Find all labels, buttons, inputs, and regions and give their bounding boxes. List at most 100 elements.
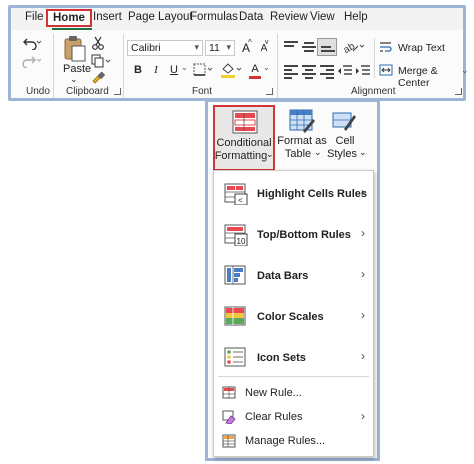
font-launcher-icon[interactable]: [266, 88, 273, 95]
menu-bar: File Home Insert Page Layout Formulas Da…: [11, 8, 463, 30]
group-label-undo: Undo: [26, 86, 50, 97]
data-bars-icon: [224, 265, 246, 285]
chevron-down-icon[interactable]: ▾: [226, 42, 231, 53]
chevron-down-icon: ⌄: [359, 147, 367, 157]
menu-item-label: New Rule...: [245, 387, 302, 399]
undo-icon[interactable]: [22, 36, 42, 50]
tab-file[interactable]: File: [25, 11, 44, 23]
wrap-text-icon[interactable]: [379, 41, 393, 53]
font-name-combo[interactable]: Calibri ▾: [127, 40, 203, 56]
chevron-right-icon: ›: [361, 349, 365, 363]
tab-view[interactable]: View: [310, 11, 335, 23]
tab-home[interactable]: Home: [46, 9, 92, 27]
redo-icon[interactable]: [22, 54, 42, 68]
active-tab-indicator: [52, 28, 92, 30]
cell-styles-icon: [332, 112, 356, 131]
menu-item-label: Top/Bottom Rules: [257, 229, 351, 241]
alignment-launcher-icon[interactable]: [455, 88, 462, 95]
chevron-right-icon: ›: [361, 308, 365, 322]
menu-item-clear-rules[interactable]: Clear Rules ›: [214, 407, 373, 427]
chevron-right-icon: ›: [361, 409, 365, 423]
align-left-icon[interactable]: [284, 65, 298, 79]
top-align-icon[interactable]: [284, 41, 298, 53]
svg-text:ab: ab: [342, 41, 358, 55]
format-as-table-icon: [289, 109, 315, 133]
group-separator: [53, 34, 54, 98]
chevron-right-icon: ›: [361, 226, 365, 240]
clipboard-launcher-icon[interactable]: [114, 88, 121, 95]
conditional-formatting-menu: < Highlight Cells Rules › 10 Top/Bottom …: [213, 170, 374, 457]
chevron-down-icon[interactable]: ⌄: [263, 63, 270, 72]
wrap-text-button[interactable]: Wrap Text: [398, 42, 445, 54]
menu-item-icon-sets[interactable]: Icon Sets ›: [214, 343, 373, 373]
tab-data[interactable]: Data: [239, 11, 263, 23]
menu-item-new-rule[interactable]: New Rule...: [214, 383, 373, 403]
font-size-combo[interactable]: 11 ▾: [205, 40, 235, 56]
bottom-align-button[interactable]: [317, 38, 337, 56]
tab-help[interactable]: Help: [344, 11, 368, 23]
manage-rules-icon: [222, 434, 236, 448]
group-separator: [374, 38, 375, 78]
borders-icon[interactable]: [193, 63, 213, 77]
format-painter-icon[interactable]: [91, 71, 105, 85]
increase-indent-icon[interactable]: [355, 64, 371, 78]
menu-item-label: Highlight Cells Rules: [257, 188, 368, 200]
chevron-down-icon[interactable]: ⌄: [181, 63, 188, 72]
cf-label-line2: Formatting: [214, 150, 268, 162]
menu-item-data-bars[interactable]: Data Bars ›: [214, 261, 373, 291]
font-color-button[interactable]: A: [247, 61, 263, 77]
caret-down-icon: v: [265, 39, 269, 46]
chevron-down-icon: ⌄: [314, 147, 322, 157]
chevron-down-icon[interactable]: ⌄: [461, 65, 469, 76]
group-label-font: Font: [192, 86, 213, 97]
align-center-icon[interactable]: [302, 65, 316, 79]
merge-center-icon[interactable]: [379, 64, 393, 76]
color-scales-icon: [224, 306, 246, 326]
underline-button[interactable]: U: [166, 62, 182, 78]
menu-item-label: Clear Rules: [245, 411, 303, 423]
copy-icon[interactable]: [91, 54, 111, 68]
decrease-indent-icon[interactable]: [337, 64, 353, 78]
cell-styles-button[interactable]: Cell Styles ⌄: [325, 105, 367, 171]
group-label-alignment: Alignment: [351, 86, 396, 97]
menu-divider: [218, 376, 369, 377]
menu-item-label: Manage Rules...: [245, 435, 326, 447]
tab-review[interactable]: Review: [270, 11, 308, 23]
align-right-icon[interactable]: [320, 65, 334, 79]
middle-align-icon[interactable]: [302, 42, 316, 54]
paste-icon[interactable]: [62, 35, 88, 63]
italic-button[interactable]: I: [148, 62, 164, 78]
tab-page-layout[interactable]: Page Layout: [128, 11, 193, 23]
menu-item-top-bottom-rules[interactable]: 10 Top/Bottom Rules ›: [214, 220, 373, 250]
chevron-right-icon: ›: [361, 185, 365, 199]
bottom-align-icon: [321, 42, 335, 54]
font-name-value: Calibri: [131, 42, 161, 54]
menu-item-label: Icon Sets: [257, 352, 306, 364]
fill-color-icon[interactable]: [220, 62, 242, 78]
bold-button[interactable]: B: [130, 62, 146, 78]
shrink-font-button[interactable]: A: [256, 41, 272, 57]
cut-icon[interactable]: [91, 36, 105, 50]
top-bottom-icon: 10: [224, 224, 248, 246]
icon-sets-icon: [224, 347, 246, 367]
menu-item-color-scales[interactable]: Color Scales ›: [214, 302, 373, 332]
tab-insert[interactable]: Insert: [93, 11, 122, 23]
conditional-formatting-button[interactable]: Conditional Formatting ⌄: [213, 105, 275, 171]
cell-styles-label-line2: Styles: [327, 148, 357, 160]
group-separator: [123, 34, 124, 98]
font-color-swatch: [249, 76, 261, 79]
group-separator: [277, 34, 278, 98]
tab-formulas[interactable]: Formulas: [190, 11, 238, 23]
chevron-right-icon: ›: [361, 267, 365, 281]
paste-chevron-icon[interactable]: ⌄: [70, 74, 78, 85]
format-as-table-button[interactable]: Format as Table ⌄: [277, 105, 327, 171]
orientation-icon[interactable]: ab: [341, 39, 365, 55]
menu-item-label: Color Scales: [257, 311, 324, 323]
chevron-down-icon[interactable]: ▾: [194, 42, 199, 53]
menu-item-highlight-cells-rules[interactable]: < Highlight Cells Rules ›: [214, 179, 373, 209]
caret-up-icon: ^: [248, 38, 252, 47]
group-label-clipboard: Clipboard: [66, 86, 109, 97]
merge-center-button[interactable]: Merge & Center: [398, 65, 463, 89]
svg-text:10: 10: [237, 237, 246, 246]
menu-item-manage-rules[interactable]: Manage Rules...: [214, 431, 373, 451]
